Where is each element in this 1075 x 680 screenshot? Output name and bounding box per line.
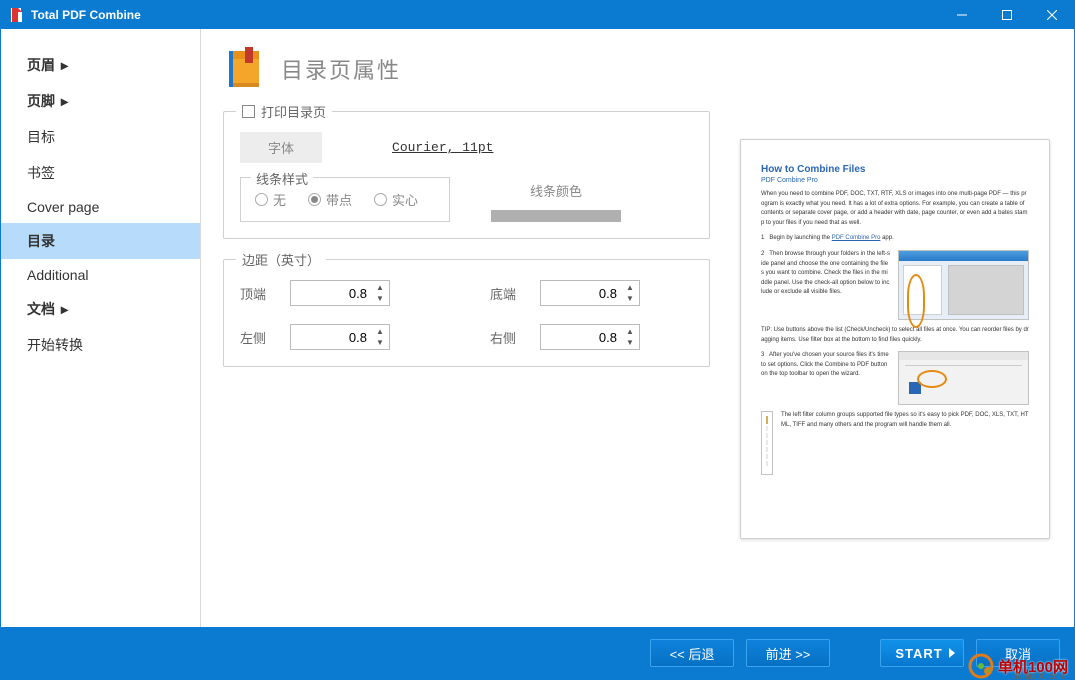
line-color-label: 线条颜色 [490,177,622,204]
watermark-sub: danji100.com [1012,671,1066,680]
preview-title: How to Combine Files [761,164,1029,175]
sidebar-item-label: 页眉 [27,55,55,75]
print-toc-fieldset: 打印目录页 字体 Courier, 11pt 线条样式 无 带点 实心 [223,111,710,239]
watermark: 单机100网 danji100.com [968,653,1068,679]
chevron-right-icon: ▸ [61,301,68,318]
line-style-solid[interactable]: 实心 [374,190,418,209]
preview-text: TIP: Use buttons above the list (Check/U… [761,326,1029,345]
line-style-none[interactable]: 无 [255,190,286,209]
toc-icon [223,47,267,91]
sidebar-item-4[interactable]: Cover page [1,191,200,223]
app-icon [9,7,25,23]
sidebar-item-label: Additional [27,267,89,283]
settings-panel: 目录页属性 打印目录页 字体 Courier, 11pt 线条样式 [201,29,734,627]
margin-right-label: 右侧 [490,328,540,347]
preview-text: 2 Then browse through your folders in th… [761,250,890,314]
sidebar-item-label: 目标 [27,127,55,147]
sidebar-item-8[interactable]: 开始转换 [1,327,200,363]
preview-text: 3 After you've chosen your source files … [761,351,890,399]
line-color-column: 线条颜色 [490,177,622,222]
preview-document: How to Combine Files PDF Combine Pro Whe… [740,139,1050,539]
margin-top-input[interactable]: 0.8▲▼ [290,280,390,306]
margin-bottom-input[interactable]: 0.8▲▼ [540,280,640,306]
watermark-icon [968,653,994,679]
sidebar-item-5[interactable]: 目录 [1,223,200,259]
body: 页眉 ▸ 页脚 ▸ 目标书签 Cover page 目录 Additional 文档 ▸ 开始转换 [1,29,1074,627]
sidebar-item-2[interactable]: 目标 [1,119,200,155]
sidebar-item-label: 开始转换 [27,335,83,355]
sidebar-item-label: 页脚 [27,91,55,111]
margin-left-input[interactable]: 0.8▲▼ [290,324,390,350]
preview-pane: How to Combine Files PDF Combine Pro Whe… [734,29,1074,627]
main: 目录页属性 打印目录页 字体 Courier, 11pt 线条样式 [201,29,1074,627]
app-title: Total PDF Combine [31,8,939,22]
sidebar-item-1[interactable]: 页脚 ▸ [1,83,200,119]
sidebar-item-label: Cover page [27,199,99,215]
preview-screenshot [898,351,1029,405]
minimize-button[interactable] [939,1,984,29]
app-window: Total PDF Combine 页眉 ▸ 页脚 ▸ 目标书签 Cover page 目录… [0,0,1075,680]
maximize-button[interactable] [984,1,1029,29]
sidebar-item-7[interactable]: 文档 ▸ [1,291,200,327]
page-title-row: 目录页属性 [223,47,710,91]
sidebar-item-0[interactable]: 页眉 ▸ [1,47,200,83]
preview-screenshot [898,250,1029,320]
sidebar: 页眉 ▸ 页脚 ▸ 目标书签 Cover page 目录 Additional 文档 ▸ 开始转换 [1,29,201,627]
titlebar: Total PDF Combine [1,1,1074,29]
preview-screenshot [761,411,773,475]
window-controls [939,1,1074,29]
font-row: 字体 Courier, 11pt [240,132,693,163]
sidebar-item-6[interactable]: Additional [1,259,200,291]
print-toc-checkbox[interactable] [242,105,255,118]
sidebar-item-label: 书签 [27,163,55,183]
print-toc-label: 打印目录页 [261,102,326,121]
line-style-fieldset: 线条样式 无 带点 实心 [240,177,450,222]
close-button[interactable] [1029,1,1074,29]
sidebar-item-label: 目录 [27,231,55,251]
back-button[interactable]: << 后退 [650,639,734,667]
line-color-swatch[interactable] [491,210,621,222]
preview-text: 1 Begin by launching the PDF Combine Pro… [761,234,1029,244]
chevron-right-icon: ▸ [61,93,68,110]
preview-text: When you need to combine PDF, DOC, TXT, … [761,190,1029,228]
page-title: 目录页属性 [281,53,401,85]
preview-text: The left filter column groups supported … [781,411,1029,469]
line-style-dotted[interactable]: 带点 [308,190,352,209]
preview-subtitle: PDF Combine Pro [761,177,1029,184]
forward-button[interactable]: 前进 >> [746,639,830,667]
margins-fieldset: 边距（英寸） 顶端 0.8▲▼ 底端 0.8▲▼ 左侧 0.8▲▼ 右侧 0.8… [223,259,710,367]
sidebar-item-label: 文档 [27,299,55,319]
line-style-legend: 线条样式 [251,169,313,188]
sidebar-item-3[interactable]: 书签 [1,155,200,191]
margin-left-label: 左侧 [240,328,290,347]
start-button[interactable]: START [880,639,964,667]
footer: << 后退 前进 >> START 取消 单机100网 danji100.com [1,627,1074,679]
font-value[interactable]: Courier, 11pt [392,140,493,155]
margin-right-input[interactable]: 0.8▲▼ [540,324,640,350]
margin-top-label: 顶端 [240,284,290,303]
margins-legend: 边距（英寸） [236,250,326,269]
margin-bottom-label: 底端 [490,284,540,303]
chevron-right-icon: ▸ [61,57,68,74]
print-toc-legend: 打印目录页 [236,102,332,121]
font-button[interactable]: 字体 [240,132,322,163]
